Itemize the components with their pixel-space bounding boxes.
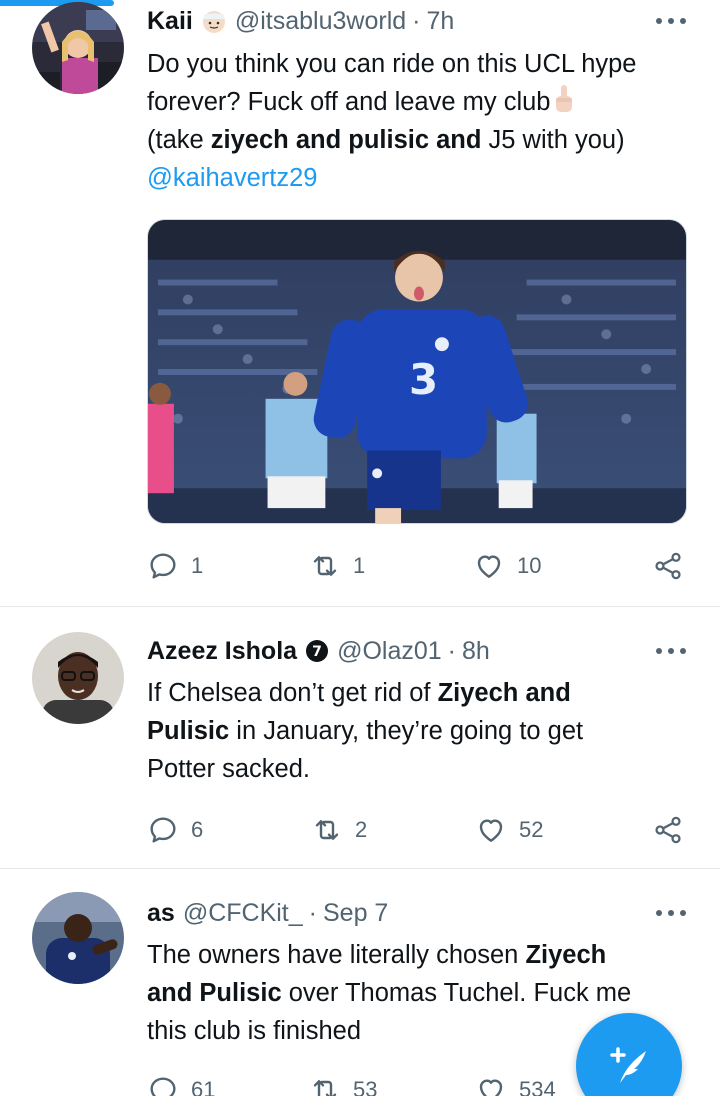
retweet-button[interactable]: 1 [309,546,365,586]
tweet-1[interactable]: Kaii @itsablu3world · 7h Do you think yo… [0,0,720,606]
tweet-text: If Chelsea don’t get rid of Ziyech and P… [147,674,690,788]
like-button[interactable]: 52 [475,810,543,850]
tweet-text-line: and Pulisic over Thomas Tuchel. Fuck me [147,974,690,1012]
reply-count: 6 [191,817,204,842]
retweet-icon [315,820,339,840]
compose-tweet-icon [610,1047,646,1083]
like-count: 52 [519,817,544,842]
user-handle[interactable]: @CFCKit_ [183,899,303,928]
reply-icon [150,817,176,843]
display-name[interactable]: Kaii [147,7,193,36]
tweet-text-span: forever? Fuck off and leave my club [147,88,551,116]
retweet-count: 1 [353,553,366,578]
like-count: 10 [517,553,542,578]
reply-button[interactable]: 6 [147,810,203,850]
reply-icon [150,553,176,579]
person-with-headscarf-emoji-icon [201,8,227,34]
reply-count: 1 [191,553,204,578]
tweet-text-bold: Pulisic [147,717,230,745]
tweet-time[interactable]: 8h [462,637,490,666]
middle-finger-emoji-icon [554,84,574,116]
like-count: 534 [519,1077,556,1096]
tweet-actions: 6 2 52 [147,810,692,850]
more-options-icon[interactable] [656,646,686,656]
separator-dot: · [308,898,317,927]
like-button[interactable]: 10 [473,546,541,586]
avatar[interactable] [32,632,124,724]
tweet-time[interactable]: Sep 7 [323,899,388,928]
retweet-icon [313,556,337,576]
chelsea-badge-icon: 7 [305,639,329,663]
share-icon [655,552,681,580]
reply-button[interactable]: 1 [147,546,203,586]
mention-link[interactable]: @kaihavertz29 [147,159,690,197]
tweet-photo[interactable]: 3 [147,219,687,524]
tweet-text-span: over Thomas Tuchel. Fuck me [281,979,632,1007]
reply-button[interactable]: 61 [147,1070,215,1096]
tweet-text-span: The owners have literally chosen [147,941,526,969]
tweet-text-span: If Chelsea don’t get rid of [147,679,438,707]
like-button[interactable]: 534 [475,1070,556,1096]
tweet-2[interactable]: Azeez Ishola 7 @Olaz01 · 8h If Chelsea d… [0,608,720,868]
heart-icon [479,819,503,842]
tweet-text-line: If Chelsea don’t get rid of Ziyech and [147,674,690,712]
avatar[interactable] [32,892,124,984]
tweet-text-line: (take ziyech and pulisic and J5 with you… [147,121,690,159]
user-handle[interactable]: @Olaz01 [337,637,442,666]
tweet-text-bold: and Pulisic [147,979,282,1007]
retweet-icon [313,1080,337,1096]
tweet-text-line: forever? Fuck off and leave my club [147,83,690,121]
retweet-button[interactable]: 2 [311,810,367,850]
avatar[interactable] [32,2,124,94]
heart-icon [479,1079,503,1096]
tweet-header: as @CFCKit_ · Sep 7 [147,896,690,930]
tweet-text-line: Do you think you can ride on this UCL hy… [147,50,637,78]
tweet-header: Azeez Ishola 7 @Olaz01 · 8h [147,634,690,668]
more-options-icon[interactable] [656,16,686,26]
tweet-text-line: The owners have literally chosen Ziyech [147,936,690,974]
tweet-divider [0,606,720,607]
retweet-count: 2 [355,817,368,842]
separator-dot: · [412,6,421,35]
tweet-divider [0,868,720,869]
separator-dot: · [447,636,456,665]
share-icon [655,816,681,844]
reply-count: 61 [191,1077,216,1096]
tweet-text-span: J5 with you) [481,126,625,154]
display-name[interactable]: as [147,899,175,928]
heart-icon [477,555,501,578]
tweet-text-span: (take [147,126,211,154]
svg-text:3: 3 [409,355,438,404]
tweet-text: Do you think you can ride on this UCL hy… [147,45,690,197]
reply-icon [150,1077,176,1096]
share-button[interactable] [652,810,684,850]
user-handle[interactable]: @itsablu3world [235,7,406,36]
retweet-button[interactable]: 53 [309,1070,377,1096]
tweet-text-line: Potter sacked. [147,755,310,783]
tweet-text-bold: Ziyech [525,941,607,969]
svg-text:7: 7 [312,644,322,660]
tweet-text-bold: ziyech and pulisic and [210,126,482,154]
tweet-header: Kaii @itsablu3world · 7h [147,4,690,38]
retweet-count: 53 [353,1077,378,1096]
tweet-text-bold: Ziyech and [437,679,571,707]
tweet-text-line: Pulisic in January, they’re going to get [147,712,690,750]
share-button[interactable] [652,546,684,586]
tweet-time[interactable]: 7h [426,7,454,36]
tweet-actions: 1 1 10 [147,546,692,586]
more-options-icon[interactable] [656,908,686,918]
tweet-text-span: in January, they’re going to get [229,717,584,745]
display-name[interactable]: Azeez Ishola [147,637,297,666]
